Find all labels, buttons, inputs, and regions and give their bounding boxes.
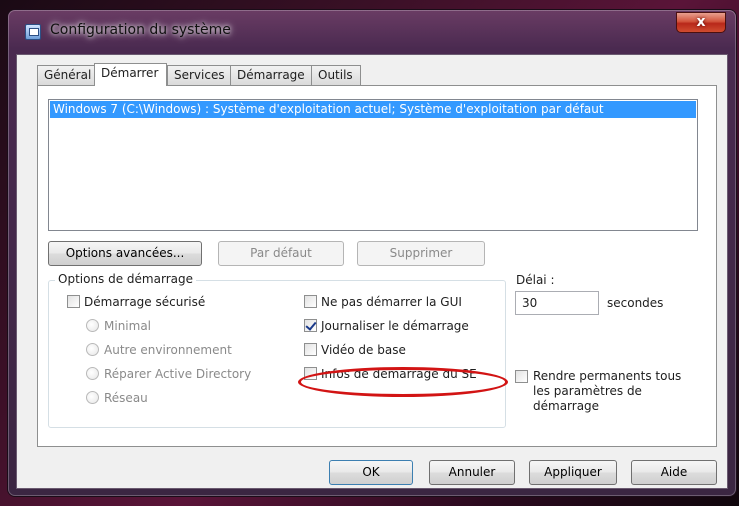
radio-ad-repair-dot[interactable] xyxy=(86,367,99,380)
system-configuration-window: Configuration du système x Général Démar… xyxy=(8,10,736,496)
radio-network[interactable]: Réseau xyxy=(86,391,148,405)
radio-alternate-shell[interactable]: Autre environnement xyxy=(86,343,232,357)
timeout-input[interactable]: 30 xyxy=(515,291,599,315)
dialog-client-area: Général Démarrer Services Démarrage Outi… xyxy=(16,54,728,489)
base-video-checkbox-box[interactable] xyxy=(304,343,317,356)
timeout-unit-label: secondes xyxy=(607,296,664,310)
help-button[interactable]: Aide xyxy=(631,460,717,485)
tab-tools[interactable]: Outils xyxy=(311,65,361,85)
timeout-label: Délai : xyxy=(516,273,555,287)
boot-log-checkbox-box[interactable] xyxy=(304,319,317,332)
radio-network-dot[interactable] xyxy=(86,391,99,404)
tab-general[interactable]: Général xyxy=(37,65,95,85)
set-default-button[interactable]: Par défaut xyxy=(218,241,344,266)
os-boot-info-label: Infos de démarrage du SE xyxy=(321,367,477,381)
tab-boot[interactable]: Démarrer xyxy=(94,63,167,86)
base-video-checkbox[interactable]: Vidéo de base xyxy=(304,343,406,357)
title-bar[interactable]: Configuration du système x xyxy=(8,10,736,54)
apply-button[interactable]: Appliquer xyxy=(529,460,617,485)
base-video-label: Vidéo de base xyxy=(321,343,406,357)
os-boot-info-checkbox-box[interactable] xyxy=(304,367,317,380)
radio-network-label: Réseau xyxy=(104,391,148,405)
advanced-options-button[interactable]: Options avancées... xyxy=(48,241,202,266)
radio-alternate-shell-label: Autre environnement xyxy=(104,343,232,357)
no-gui-boot-label: Ne pas démarrer la GUI xyxy=(321,295,462,309)
msconfig-app-icon xyxy=(25,24,41,40)
safe-boot-checkbox[interactable]: Démarrage sécurisé xyxy=(67,295,205,309)
radio-minimal[interactable]: Minimal xyxy=(86,319,151,333)
radio-minimal-label: Minimal xyxy=(104,319,152,333)
make-permanent-checkbox-box[interactable] xyxy=(515,370,528,383)
ok-button[interactable]: OK xyxy=(329,460,413,485)
delete-button[interactable]: Supprimer xyxy=(357,241,485,266)
no-gui-boot-checkbox[interactable]: Ne pas démarrer la GUI xyxy=(304,295,462,309)
boot-tab-panel: Windows 7 (C:\Windows) : Système d'explo… xyxy=(37,85,717,447)
radio-minimal-dot[interactable] xyxy=(86,319,99,332)
no-gui-boot-checkbox-box[interactable] xyxy=(304,295,317,308)
cancel-button[interactable]: Annuler xyxy=(429,460,515,485)
radio-alternate-shell-dot[interactable] xyxy=(86,343,99,356)
boot-options-group-label: Options de démarrage xyxy=(55,272,196,286)
os-list[interactable]: Windows 7 (C:\Windows) : Système d'explo… xyxy=(48,99,698,231)
os-boot-info-checkbox[interactable]: Infos de démarrage du SE xyxy=(304,367,477,381)
radio-ad-repair-label: Réparer Active Directory xyxy=(104,367,252,381)
tab-services[interactable]: Services xyxy=(167,65,231,85)
os-list-item-selected[interactable]: Windows 7 (C:\Windows) : Système d'explo… xyxy=(50,101,696,118)
window-title: Configuration du système xyxy=(50,22,231,38)
boot-log-checkbox[interactable]: Journaliser le démarrage xyxy=(304,319,469,333)
make-permanent-checkbox[interactable]: Rendre permanents tous les paramètres de… xyxy=(515,369,700,414)
radio-ad-repair[interactable]: Réparer Active Directory xyxy=(86,367,251,381)
tab-startup[interactable]: Démarrage xyxy=(230,65,312,85)
boot-log-label: Journaliser le démarrage xyxy=(321,319,469,333)
safe-boot-label: Démarrage sécurisé xyxy=(84,295,206,309)
boot-options-group: Options de démarrage Démarrage sécurisé … xyxy=(48,272,506,428)
make-permanent-label: Rendre permanents tous les paramètres de… xyxy=(533,369,682,413)
safe-boot-checkbox-box[interactable] xyxy=(67,295,80,308)
close-button[interactable]: x xyxy=(676,12,726,33)
